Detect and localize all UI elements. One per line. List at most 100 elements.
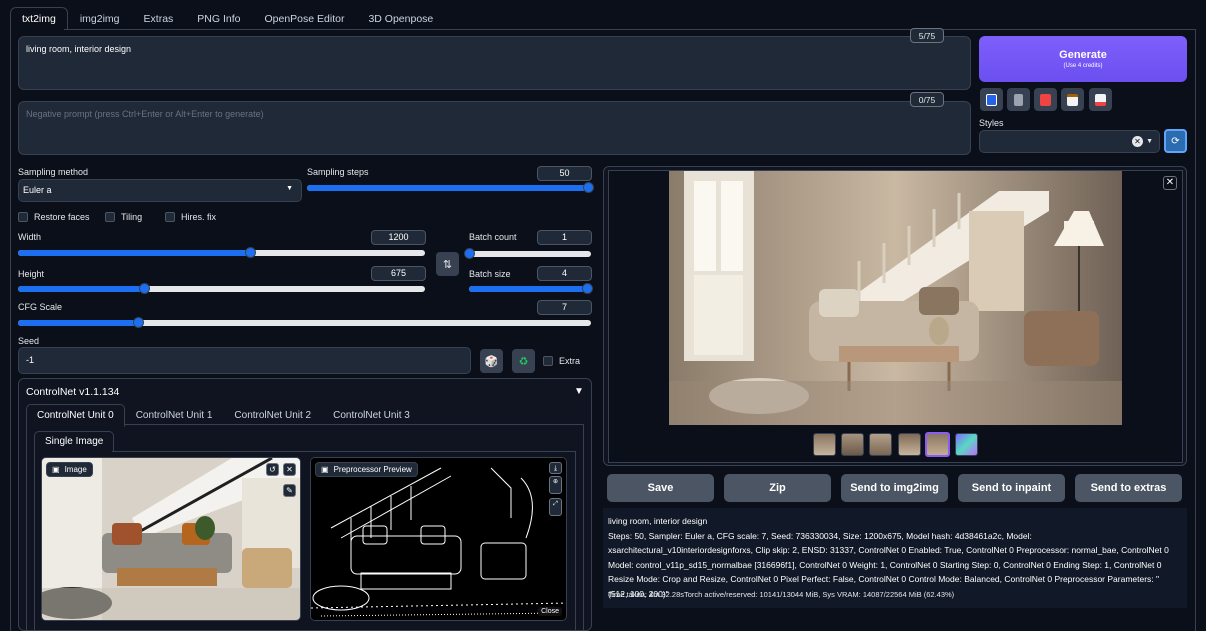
- height-input[interactable]: 675: [371, 266, 426, 281]
- prompt-input[interactable]: living room, interior design: [18, 36, 971, 90]
- refresh-icon: ⟳: [1171, 135, 1180, 147]
- floppy-icon: [1095, 93, 1106, 106]
- batch-size-input[interactable]: 4: [537, 266, 592, 281]
- sampling-steps-slider[interactable]: [307, 182, 594, 193]
- cfg-scale-input[interactable]: 7: [537, 300, 592, 315]
- tab-png-info[interactable]: PNG Info: [185, 7, 252, 30]
- send-to-inpaint-button[interactable]: Send to inpaint: [958, 474, 1065, 502]
- preview-label: Preprocessor Preview: [333, 465, 412, 474]
- gallery-thumbnail[interactable]: [898, 433, 921, 456]
- chevron-down-icon: ▼: [1146, 138, 1153, 145]
- styles-label: Styles: [979, 118, 1004, 128]
- restore-faces-checkbox[interactable]: Restore faces: [18, 212, 90, 222]
- close-gallery-icon[interactable]: ✕: [1163, 176, 1177, 190]
- generated-image[interactable]: [669, 171, 1122, 425]
- gallery-thumbnail[interactable]: [869, 433, 892, 456]
- sampling-method-label: Sampling method: [18, 167, 89, 177]
- extra-networks-button[interactable]: [1034, 88, 1057, 111]
- bookmark-icon: [1040, 93, 1051, 106]
- gallery-thumbnail[interactable]: [813, 433, 836, 456]
- save-style-button[interactable]: [1089, 88, 1112, 111]
- slider-thumb[interactable]: [582, 283, 593, 294]
- seed-input[interactable]: -1: [18, 347, 471, 374]
- slider-thumb[interactable]: [583, 182, 594, 193]
- image-icon: ▣: [321, 465, 329, 474]
- height-label: Height: [18, 269, 45, 279]
- width-label: Width: [18, 232, 42, 242]
- preview-label-badge: ▣ Preprocessor Preview: [315, 462, 418, 477]
- save-button[interactable]: Save: [607, 474, 714, 502]
- preprocessor-preview: ▣ Preprocessor Preview ⤓ ⊕ ⤢ Close: [310, 457, 567, 621]
- tab-extras[interactable]: Extras: [132, 7, 186, 30]
- close-icon[interactable]: ✕: [283, 463, 296, 476]
- image-icon: ▣: [52, 465, 60, 474]
- swap-dimensions-button[interactable]: ⇅: [436, 252, 459, 276]
- tab-img2img[interactable]: img2img: [68, 7, 132, 30]
- image-label-badge: ▣ Image: [46, 462, 93, 477]
- reuse-seed-button[interactable]: ♻: [512, 349, 535, 373]
- sampling-steps-label: Sampling steps: [307, 167, 369, 177]
- hires-fix-checkbox[interactable]: Hires. fix: [165, 212, 216, 222]
- gallery-thumbnail[interactable]: [841, 433, 864, 456]
- fullscreen-icon[interactable]: ⤢: [549, 498, 562, 516]
- arrow-edit-icon: [986, 93, 997, 106]
- living-room-photo: [42, 458, 300, 620]
- gallery-preview: [608, 170, 1183, 463]
- tiling-checkbox[interactable]: Tiling: [105, 212, 142, 222]
- extra-checkbox[interactable]: Extra: [543, 356, 580, 366]
- close-preview-button[interactable]: Close: [538, 607, 562, 616]
- clear-icon[interactable]: ✕: [1132, 136, 1143, 147]
- slider-thumb[interactable]: [244, 247, 256, 258]
- batch-count-label: Batch count: [469, 232, 517, 242]
- generate-label: Generate: [1059, 49, 1107, 61]
- prompt-token-counter: 5/75: [910, 28, 944, 43]
- swap-icon: ⇅: [442, 258, 453, 271]
- batch-size-label: Batch size: [469, 269, 511, 279]
- dice-icon: 🎲: [484, 355, 499, 368]
- send-to-extras-button[interactable]: Send to extras: [1075, 474, 1182, 502]
- info-prompt: living room, interior design: [608, 516, 708, 526]
- height-slider[interactable]: [18, 283, 425, 294]
- zoom-icon[interactable]: ⊕: [549, 476, 562, 494]
- gallery-thumbnail-selected[interactable]: [925, 432, 950, 457]
- sampling-method-select[interactable]: Euler a ▼: [18, 179, 302, 202]
- generation-info-text: living room, interior design Steps: 50, …: [608, 514, 1178, 601]
- batch-count-slider[interactable]: [464, 248, 591, 259]
- gallery-thumbnail-normal-map[interactable]: [955, 433, 978, 456]
- tab-txt2img[interactable]: txt2img: [10, 7, 68, 30]
- trash-icon: [1014, 93, 1023, 106]
- tab-openpose-editor[interactable]: OpenPose Editor: [252, 7, 356, 30]
- zip-button[interactable]: Zip: [724, 474, 831, 502]
- recycle-icon: ♻: [518, 355, 529, 368]
- image-label: Image: [64, 465, 87, 474]
- random-seed-button[interactable]: 🎲: [480, 349, 503, 373]
- tab-3d-openpose[interactable]: 3D Openpose: [356, 7, 445, 30]
- collapse-triangle-icon[interactable]: ▼: [574, 386, 584, 397]
- styles-dropdown[interactable]: ✕ ▼: [979, 130, 1160, 153]
- edge-map-preview: [311, 458, 566, 620]
- clear-prompt-button[interactable]: [1007, 88, 1030, 111]
- read-params-button[interactable]: [980, 88, 1003, 111]
- time-taken: Time taken: 4m 32.28sTorch active/reserv…: [608, 590, 955, 599]
- slider-thumb[interactable]: [464, 248, 475, 259]
- download-icon[interactable]: ⤓: [549, 462, 562, 474]
- rotate-icon[interactable]: ↺: [266, 463, 279, 476]
- seed-label: Seed: [18, 336, 40, 346]
- apply-style-button[interactable]: [1061, 88, 1084, 111]
- tiling-label: Tiling: [121, 212, 143, 222]
- cfg-scale-slider[interactable]: [18, 317, 591, 328]
- generate-button[interactable]: Generate (Use 4 credits): [979, 36, 1187, 82]
- width-slider[interactable]: [18, 247, 425, 258]
- hires-fix-label: Hires. fix: [181, 212, 217, 222]
- controlnet-title[interactable]: ControlNet v1.1.134: [26, 386, 119, 398]
- send-to-img2img-button[interactable]: Send to img2img: [841, 474, 948, 502]
- refresh-styles-button[interactable]: ⟳: [1164, 129, 1187, 153]
- width-input[interactable]: 1200: [371, 230, 426, 245]
- tab-single-image[interactable]: Single Image: [34, 431, 115, 452]
- negative-prompt-input[interactable]: Negative prompt (press Ctrl+Enter or Alt…: [18, 101, 971, 155]
- sampling-steps-input[interactable]: 50: [537, 166, 592, 181]
- batch-size-slider[interactable]: [469, 283, 593, 294]
- brush-icon[interactable]: ✎: [283, 484, 296, 497]
- batch-count-input[interactable]: 1: [537, 230, 592, 245]
- controlnet-image-upload[interactable]: ▣ Image ↺ ✕ ✎: [41, 457, 301, 621]
